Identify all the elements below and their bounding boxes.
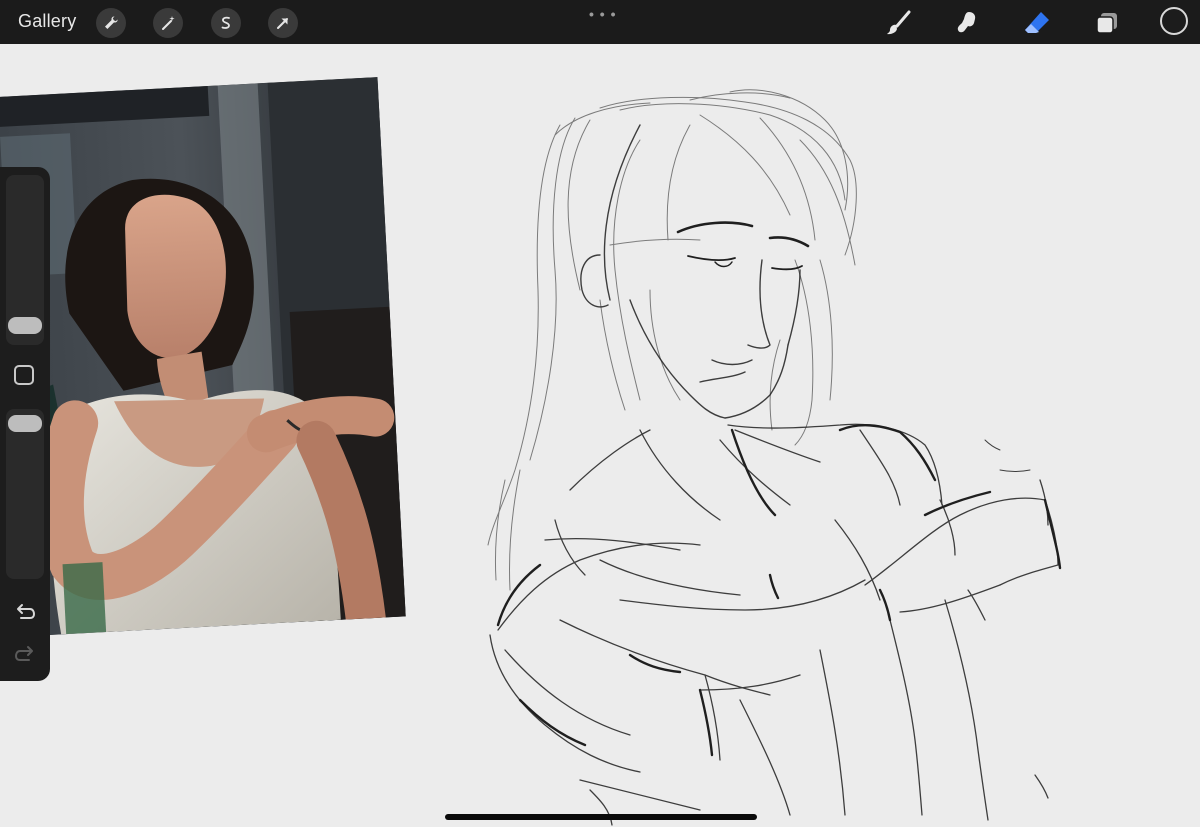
left-sidebar xyxy=(0,167,50,681)
redo-icon[interactable] xyxy=(13,643,37,667)
hair-strokes xyxy=(487,89,857,591)
reference-photo[interactable] xyxy=(0,77,406,638)
face-strokes xyxy=(580,124,801,419)
opacity-slider[interactable] xyxy=(6,409,44,579)
body-strokes xyxy=(489,423,1059,826)
accent-strokes xyxy=(496,424,1062,757)
undo-icon[interactable] xyxy=(13,601,37,625)
eye-strokes xyxy=(676,221,810,271)
home-indicator[interactable] xyxy=(445,814,757,820)
more-options-icon[interactable]: • • • xyxy=(589,6,616,22)
gallery-button[interactable]: Gallery xyxy=(18,11,76,32)
magic-wand-icon[interactable] xyxy=(153,8,183,38)
wrench-icon[interactable] xyxy=(96,8,126,38)
opacity-thumb[interactable] xyxy=(8,415,42,432)
reference-photo-image xyxy=(0,77,406,638)
top-toolbar: Gallery • • • xyxy=(0,0,1200,44)
brush-size-slider[interactable] xyxy=(6,175,44,345)
selection-icon[interactable] xyxy=(211,8,241,38)
modify-button[interactable] xyxy=(14,365,34,385)
brush-size-thumb[interactable] xyxy=(8,317,42,334)
color-swatch[interactable] xyxy=(1160,7,1188,35)
transform-arrow-icon[interactable] xyxy=(268,8,298,38)
procreate-app: Gallery • • • xyxy=(0,0,1200,827)
smudge-icon[interactable] xyxy=(951,7,983,39)
eraser-icon[interactable] xyxy=(1021,7,1053,39)
layers-icon[interactable] xyxy=(1091,7,1123,39)
brush-icon[interactable] xyxy=(883,7,915,39)
